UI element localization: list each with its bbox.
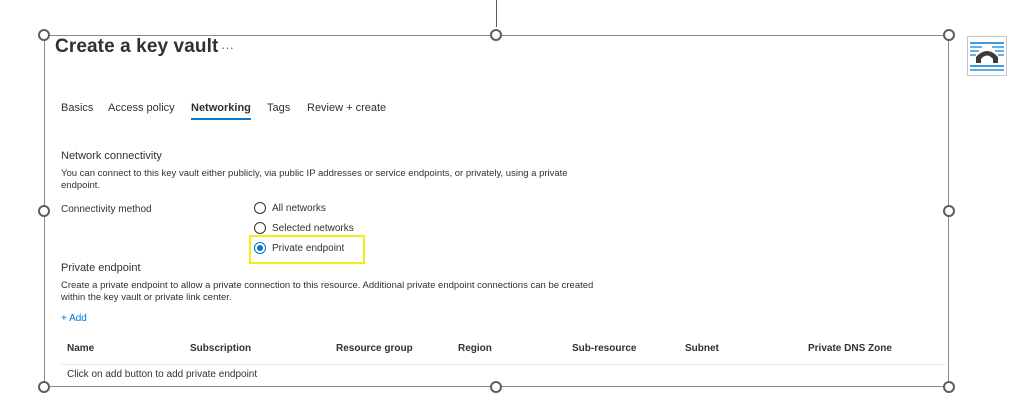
resize-handle-top-center[interactable] [490,29,502,41]
connectivity-method-label: Connectivity method [61,204,152,215]
bridge-icon[interactable] [967,36,1007,76]
column-header-name[interactable]: Name [67,343,94,354]
radio-label: All networks [272,202,326,214]
column-header-private-dns-zone[interactable]: Private DNS Zone [808,343,892,354]
resize-handle-bottom-right[interactable] [943,381,955,393]
table-divider [61,364,946,365]
column-header-sub-resource[interactable]: Sub-resource [572,343,636,354]
column-header-subscription[interactable]: Subscription [190,343,251,354]
canvas-frame [44,35,949,387]
resize-handle-top-right[interactable] [943,29,955,41]
tab-tags[interactable]: Tags [267,102,290,118]
tab-access-policy[interactable]: Access policy [108,102,175,118]
private-endpoint-table-header: Name Subscription Resource group Region … [61,343,946,363]
tab-basics[interactable]: Basics [61,102,93,118]
table-empty-row: Click on add button to add private endpo… [67,369,258,380]
radio-circle[interactable] [254,202,266,214]
resize-handle-bottom-left[interactable] [38,381,50,393]
tab-review-create[interactable]: Review + create [307,102,386,118]
radio-selected-networks[interactable]: Selected networks [254,221,354,235]
resize-handle-middle-right[interactable] [943,205,955,217]
more-options-button[interactable]: ··· [221,40,234,55]
connector-line [496,0,497,27]
radio-all-networks[interactable]: All networks [254,201,326,215]
page-title: Create a key vault [55,36,219,57]
column-header-subnet[interactable]: Subnet [685,343,719,354]
network-connectivity-description: You can connect to this key vault either… [61,168,568,191]
highlight-box [249,235,365,264]
column-header-region[interactable]: Region [458,343,492,354]
radio-circle[interactable] [254,222,266,234]
column-header-resource-group[interactable]: Resource group [336,343,413,354]
tab-networking[interactable]: Networking [191,102,251,120]
resize-handle-top-left[interactable] [38,29,50,41]
radio-label: Selected networks [272,222,354,234]
network-connectivity-heading: Network connectivity [61,150,162,162]
resize-handle-bottom-center[interactable] [490,381,502,393]
resize-handle-middle-left[interactable] [38,205,50,217]
private-endpoint-heading: Private endpoint [61,262,141,274]
private-endpoint-description: Create a private endpoint to allow a pri… [61,280,594,303]
add-private-endpoint-link[interactable]: + Add [61,313,87,324]
